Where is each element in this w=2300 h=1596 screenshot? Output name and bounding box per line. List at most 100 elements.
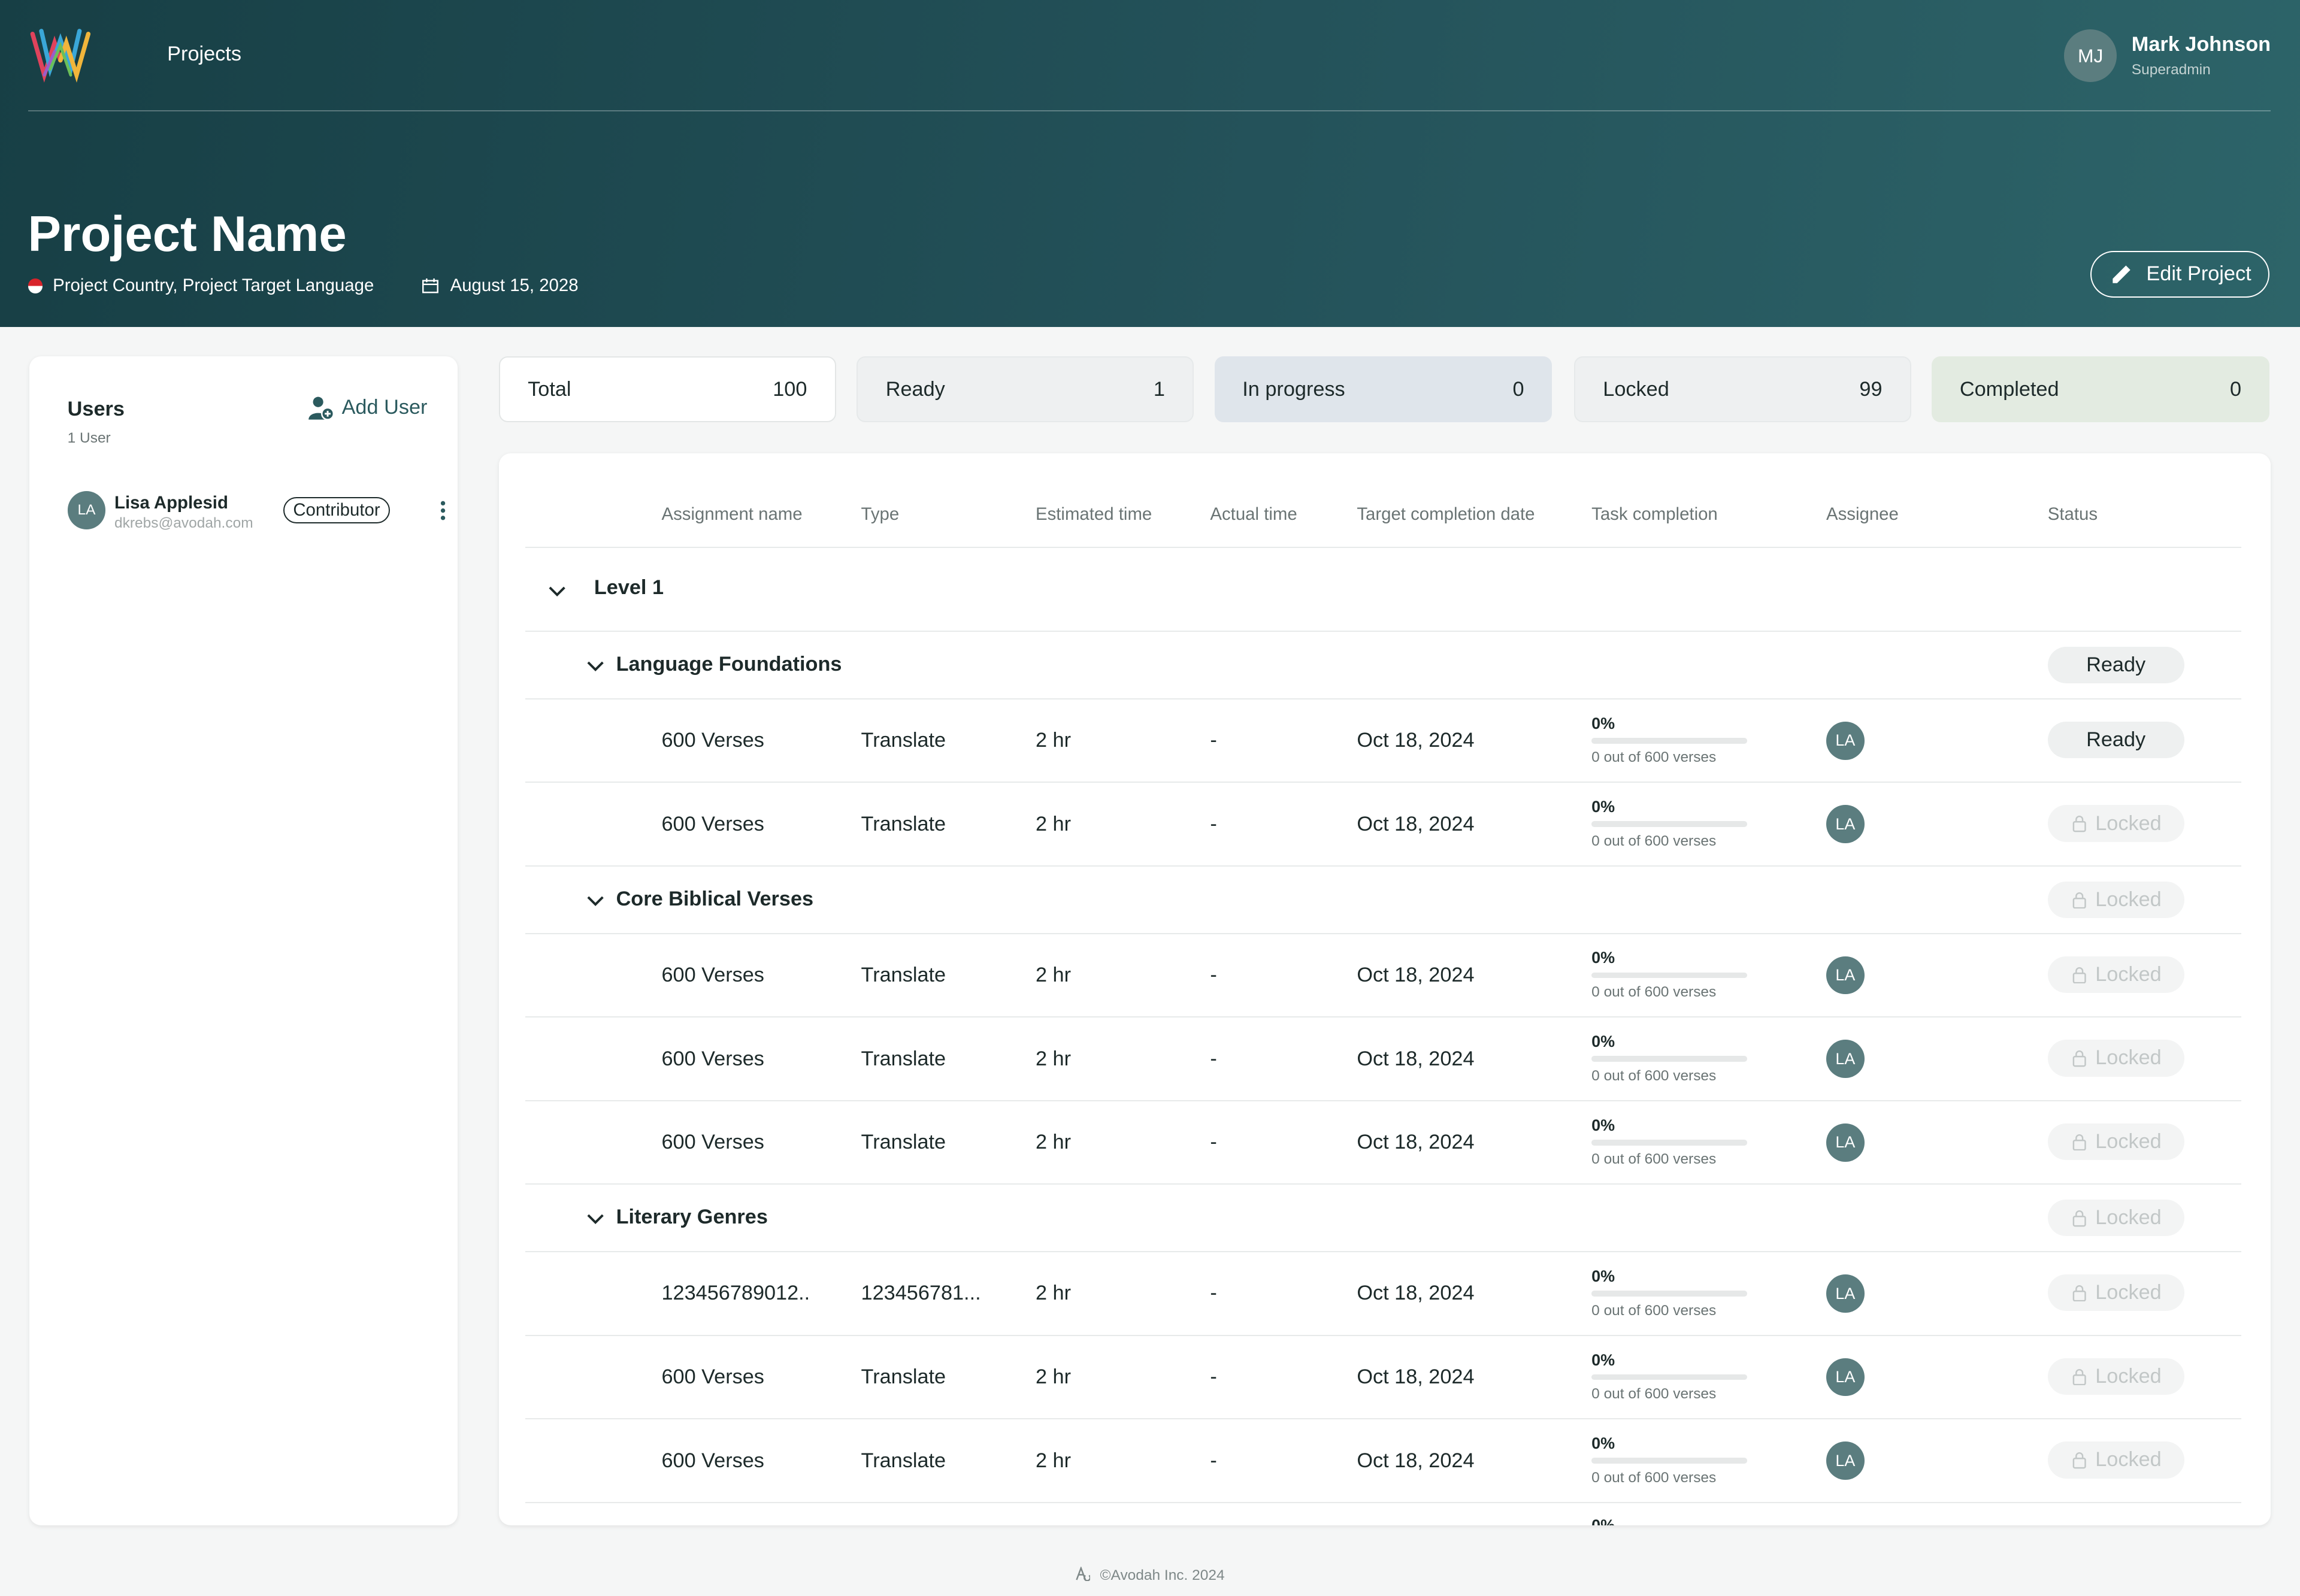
chevron-down-icon[interactable] [585, 891, 606, 911]
target-date: Oct 18, 2024 [1357, 812, 1475, 835]
level-row[interactable]: Level 1 [525, 549, 2242, 632]
edit-project-button[interactable]: Edit Project [2090, 250, 2269, 298]
avatar[interactable]: LA [1826, 805, 1865, 844]
more-options-icon[interactable] [431, 499, 455, 522]
pencil-icon [2113, 265, 2130, 283]
stat-label: Completed [1959, 377, 2059, 401]
assignment-name: 600 Verses [661, 1131, 764, 1154]
target-date: Oct 18, 2024 [1357, 1449, 1475, 1472]
project-meta: Project Country, Project Target Language… [28, 275, 579, 296]
col-estimated-time[interactable]: Estimated time [1036, 504, 1152, 525]
group-row[interactable]: Literary Genres Locked [525, 1185, 2242, 1252]
avatar: LA [67, 491, 106, 530]
table-row[interactable]: 600 Verses Translate 2 hr - Oct 18, 2024… [525, 934, 2242, 1018]
completion-detail: 0 out of 600 verses [1591, 1302, 1717, 1319]
assignment-type: Translate [861, 1047, 946, 1070]
stat-label: In progress [1242, 377, 1345, 401]
completion-percent: 0% [1591, 714, 1615, 732]
stat-value: 99 [1859, 377, 1883, 401]
table-row[interactable]: 600 Verses Translate 2 hr - Oct 18, 2024… [525, 1101, 2242, 1185]
role-badge: Contributor [283, 497, 391, 524]
estimated-time: 2 hr [1035, 963, 1072, 986]
user-name: Mark Johnson [2131, 32, 2271, 56]
group-row[interactable]: Core Biblical Verses Locked [525, 867, 2242, 934]
lock-icon [2072, 816, 2086, 832]
list-item: LA Lisa Applesid dkrebs@avodah.com Contr… [67, 491, 446, 532]
col-assignment-name[interactable]: Assignment name [661, 504, 802, 525]
completion-detail: 0 out of 600 verses [1591, 1067, 1717, 1084]
completion-detail: 0 out of 600 verses [1591, 833, 1717, 850]
avatar[interactable]: LA [1826, 1123, 1865, 1162]
completion-bar [1591, 1139, 1747, 1146]
avatar: MJ [2064, 29, 2117, 83]
col-task-completion[interactable]: Task completion [1591, 504, 1718, 525]
table-row[interactable]: 600 Verses Translate 2 hr - Oct 18, 2024… [525, 1018, 2242, 1101]
completion-detail: 0 out of 600 verses [1591, 749, 1717, 766]
actual-time: - [1210, 1047, 1217, 1070]
table-row[interactable]: 600 Verses Translate 2 hr - Oct 18, 2024… [525, 1420, 2242, 1503]
member-name: Lisa Applesid [114, 492, 228, 513]
table-header: Assignment name Type Estimated time Actu… [525, 453, 2242, 549]
stat-label: Locked [1603, 377, 1669, 401]
completion-percent: 0% [1591, 1516, 1615, 1525]
avatar[interactable]: LA [1826, 721, 1865, 760]
chevron-down-icon[interactable] [547, 581, 567, 601]
status-label: Locked [2095, 1046, 2162, 1070]
nav-projects-link[interactable]: Projects [167, 43, 241, 66]
chevron-down-icon[interactable] [585, 656, 606, 676]
stat-ready[interactable]: Ready 1 [857, 356, 1194, 423]
target-date: Oct 18, 2024 [1357, 1047, 1475, 1070]
table-row[interactable]: 600 Verses Translate 2 hr - Oct 18, 2024… [525, 699, 2242, 783]
stat-locked[interactable]: Locked 99 [1573, 356, 1912, 423]
avatar[interactable]: LA [1826, 1040, 1865, 1078]
avatar[interactable]: LA [1826, 1441, 1865, 1480]
chevron-down-icon[interactable] [585, 1209, 606, 1229]
estimated-time: 2 hr [1035, 1047, 1072, 1070]
table-row[interactable]: 600 Verses Translate 2 hr - Oct 18, 2024… [525, 783, 2242, 867]
calendar-icon [422, 278, 439, 293]
project-location: Project Country, Project Target Language [53, 275, 374, 296]
user-menu[interactable]: MJ Mark Johnson Superadmin [2064, 29, 2271, 83]
assignment-type: Translate [861, 1131, 946, 1154]
footer: ©Avodah Inc. 2024 [0, 1565, 2300, 1584]
actual-time: - [1210, 963, 1217, 986]
assignment-type: Translate [861, 812, 946, 835]
status-label: Locked [2095, 1130, 2162, 1153]
avodah-logo-icon [1076, 1565, 1091, 1582]
assignment-name: 600 Verses [661, 1449, 764, 1472]
table-row[interactable]: 600 Verses Translate 2 hr - Oct 18, 2024… [525, 1336, 2242, 1420]
lock-icon [2072, 1368, 2086, 1386]
stat-label: Ready [885, 377, 945, 401]
add-user-button[interactable]: Add User [308, 395, 427, 421]
assignment-name: 600 Verses [661, 1365, 764, 1388]
col-actual-time[interactable]: Actual time [1210, 504, 1297, 525]
col-assignee[interactable]: Assignee [1826, 504, 1899, 525]
status-badge: Locked [2047, 805, 2184, 842]
stat-in-progress[interactable]: In progress 0 [1214, 356, 1552, 423]
stat-completed[interactable]: Completed 0 [1932, 356, 2269, 423]
completion-percent: 0% [1591, 1350, 1615, 1369]
completion-percent: 0% [1591, 1267, 1615, 1285]
table-row[interactable]: 123456789012.. 123456781... 2 hr - Oct 1… [525, 1252, 2242, 1336]
col-target-date[interactable]: Target completion date [1357, 504, 1535, 525]
avatar[interactable]: LA [1826, 1358, 1865, 1397]
status-badge: Ready [2047, 721, 2184, 759]
completion-bar [1591, 1291, 1747, 1297]
col-status[interactable]: Status [2048, 504, 2098, 525]
group-row[interactable]: Language Foundations Ready [525, 632, 2242, 699]
stat-total[interactable]: Total 100 [498, 356, 836, 423]
estimated-time: 2 hr [1035, 1131, 1072, 1154]
lock-icon [2072, 1050, 2086, 1067]
add-user-label: Add User [341, 396, 428, 419]
lock-icon [2072, 892, 2086, 909]
col-type[interactable]: Type [861, 504, 900, 525]
completion-percent: 0% [1591, 949, 1615, 967]
avatar[interactable]: LA [1826, 1274, 1865, 1313]
assignment-type: Translate [861, 1365, 946, 1388]
estimated-time: 2 hr [1035, 1449, 1072, 1472]
lock-icon [2072, 1285, 2086, 1302]
app-logo[interactable] [28, 25, 93, 84]
target-date: Oct 18, 2024 [1357, 1282, 1475, 1305]
avatar[interactable]: LA [1826, 956, 1865, 995]
completion-bar [1591, 737, 1747, 744]
